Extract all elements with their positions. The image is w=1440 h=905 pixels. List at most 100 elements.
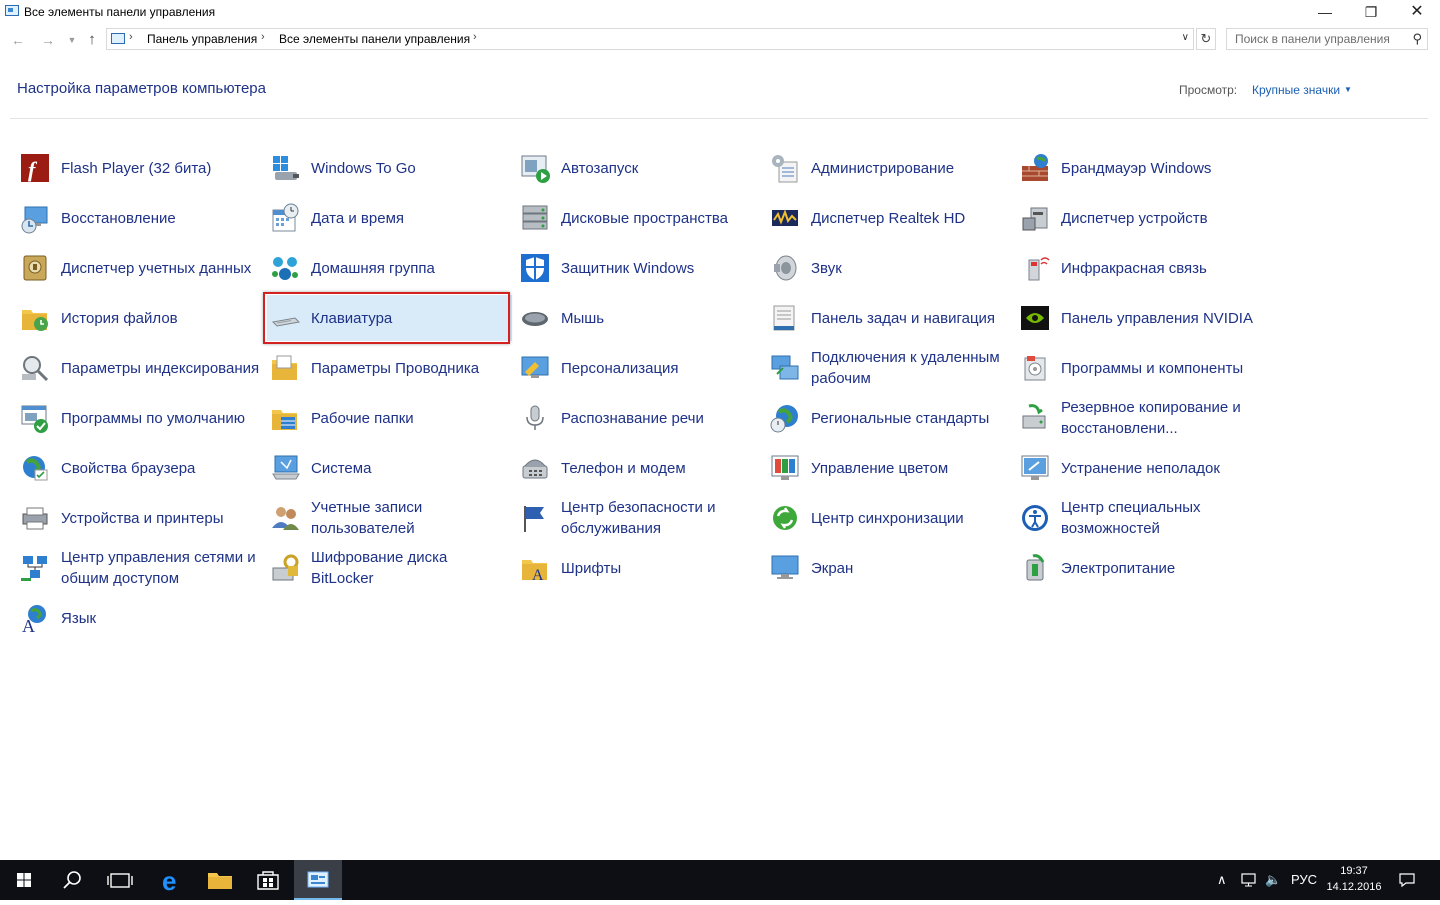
control-panel-item-label[interactable]: Центр управления сетями и общим доступом — [61, 545, 261, 591]
control-panel-item-label[interactable]: Диспетчер учетных данных — [61, 245, 261, 291]
control-panel-item[interactable]: Телефон и модем — [517, 445, 762, 491]
control-panel-item-label[interactable]: Диспетчер Realtek HD — [811, 195, 1011, 241]
control-panel-item[interactable]: Центр безопасности и обслуживания — [517, 495, 762, 541]
control-panel-item[interactable]: Устранение неполадок — [1017, 445, 1262, 491]
control-panel-item-label[interactable]: Дисковые пространства — [561, 195, 761, 241]
control-panel-item[interactable]: A Язык — [17, 595, 262, 641]
forward-arrow-icon[interactable]: → — [38, 30, 58, 50]
control-panel-item-label[interactable]: Подключения к удаленным рабочим — [811, 345, 1011, 391]
refresh-icon[interactable]: ↻ — [1196, 28, 1216, 50]
control-panel-item[interactable]: Система — [267, 445, 512, 491]
control-panel-item-label[interactable]: Программы по умолчанию — [61, 395, 261, 441]
control-panel-item[interactable]: Устройства и принтеры — [17, 495, 262, 541]
control-panel-item[interactable]: История файлов — [17, 295, 262, 341]
control-panel-item-label[interactable]: Устранение неполадок — [1061, 445, 1261, 491]
control-panel-item-label[interactable]: История файлов — [61, 295, 261, 341]
control-panel-item-label[interactable]: Телефон и модем — [561, 445, 761, 491]
control-panel-item[interactable]: Управление цветом — [767, 445, 1012, 491]
control-panel-item[interactable]: Защитник Windows — [517, 245, 762, 291]
address-dropdown-chevron-icon[interactable]: ∨ — [1182, 32, 1189, 43]
control-panel-item-label[interactable]: Распознавание речи — [561, 395, 761, 441]
control-panel-item-label[interactable]: Дата и время — [311, 195, 511, 241]
control-panel-item[interactable]: Свойства браузера — [17, 445, 262, 491]
control-panel-item[interactable]: Панель управления NVIDIA — [1017, 295, 1262, 341]
control-panel-item-label[interactable]: Flash Player (32 бита) — [61, 145, 261, 191]
control-panel-item[interactable]: Восстановление — [17, 195, 262, 241]
control-panel-item-label[interactable]: Панель задач и навигация — [811, 295, 1011, 341]
control-panel-item-label[interactable]: Центр безопасности и обслуживания — [561, 495, 761, 541]
control-panel-item-label[interactable]: Панель управления NVIDIA — [1061, 295, 1261, 341]
control-panel-item-label[interactable]: Программы и компоненты — [1061, 345, 1261, 391]
control-panel-item-label[interactable]: Параметры индексирования — [61, 345, 261, 391]
control-panel-item-label[interactable]: Рабочие папки — [311, 395, 511, 441]
control-panel-item[interactable]: Резервное копирование и восстановлени... — [1017, 395, 1262, 441]
control-panel-item-label[interactable]: Шрифты — [561, 545, 761, 591]
control-panel-item-label[interactable]: Свойства браузера — [61, 445, 261, 491]
control-panel-item-label[interactable]: Система — [311, 445, 511, 491]
store-button[interactable] — [244, 860, 292, 900]
control-panel-item-label[interactable]: Звук — [811, 245, 1011, 291]
up-arrow-icon[interactable]: ↑ — [82, 30, 102, 50]
control-panel-item[interactable]: A Шрифты — [517, 545, 762, 591]
task-view-button[interactable] — [96, 860, 144, 900]
control-panel-item[interactable]: Звук — [767, 245, 1012, 291]
control-panel-item-label[interactable]: Центр специальных возможностей — [1061, 495, 1261, 541]
breadcrumb-chevron-icon[interactable]: › — [261, 31, 265, 43]
action-center-icon[interactable] — [1398, 872, 1416, 891]
search-input[interactable] — [1227, 29, 1410, 49]
control-panel-item-label[interactable]: Мышь — [561, 295, 761, 341]
control-panel-item-label[interactable]: Резервное копирование и восстановлени... — [1061, 395, 1261, 441]
control-panel-item-label[interactable]: Параметры Проводника — [311, 345, 511, 391]
control-panel-item[interactable]: Центр управления сетями и общим доступом — [17, 545, 262, 591]
control-panel-item[interactable]: Параметры индексирования — [17, 345, 262, 391]
control-panel-item-label[interactable]: Язык — [61, 595, 261, 641]
control-panel-item[interactable]: Подключения к удаленным рабочим — [767, 345, 1012, 391]
control-panel-item[interactable]: Диспетчер Realtek HD — [767, 195, 1012, 241]
search-taskbar-button[interactable] — [48, 860, 96, 900]
back-arrow-icon[interactable]: ← — [8, 30, 28, 50]
breadcrumb-all-items[interactable]: Все элементы панели управления — [279, 32, 470, 46]
clock[interactable]: 19:37 14.12.2016 — [1322, 863, 1386, 895]
control-panel-item-label[interactable]: Брандмауэр Windows — [1061, 145, 1261, 191]
show-hidden-icons-chevron-icon[interactable]: ∧ — [1217, 872, 1227, 888]
view-mode-dropdown[interactable]: Крупные значки ▼ — [1252, 83, 1352, 97]
control-panel-item-label[interactable]: Электропитание — [1061, 545, 1261, 591]
network-icon[interactable] — [1240, 872, 1258, 891]
control-panel-item[interactable]: Windows To Go — [267, 145, 512, 191]
control-panel-item[interactable]: Центр специальных возможностей — [1017, 495, 1262, 541]
edge-button[interactable]: e — [148, 860, 196, 900]
control-panel-item[interactable]: Рабочие папки — [267, 395, 512, 441]
control-panel-item-label[interactable]: Инфракрасная связь — [1061, 245, 1261, 291]
recent-locations-chevron-icon[interactable]: ▼ — [62, 30, 82, 50]
control-panel-item-label[interactable]: Windows To Go — [311, 145, 511, 191]
control-panel-item[interactable]: Программы и компоненты — [1017, 345, 1262, 391]
control-panel-item-label[interactable]: Защитник Windows — [561, 245, 761, 291]
maximize-button[interactable]: ❐ — [1348, 0, 1394, 24]
control-panel-item-label[interactable]: Администрирование — [811, 145, 1011, 191]
control-panel-item[interactable]: Инфракрасная связь — [1017, 245, 1262, 291]
control-panel-item-label[interactable]: Управление цветом — [811, 445, 1011, 491]
volume-icon[interactable]: 🔈 — [1265, 872, 1281, 888]
control-panel-item[interactable]: Центр синхронизации — [767, 495, 1012, 541]
control-panel-item[interactable]: Региональные стандарты — [767, 395, 1012, 441]
breadcrumb-chevron-icon[interactable]: › — [129, 31, 133, 43]
control-panel-item[interactable]: Экран — [767, 545, 1012, 591]
control-panel-item-label[interactable]: Учетные записи пользователей — [311, 495, 511, 541]
breadcrumb-chevron-icon[interactable]: › — [473, 31, 477, 43]
control-panel-item-label[interactable]: Диспетчер устройств — [1061, 195, 1261, 241]
view-mode-value[interactable]: Крупные значки — [1252, 83, 1340, 97]
control-panel-item-label[interactable]: Региональные стандарты — [811, 395, 1011, 441]
control-panel-item[interactable]: Программы по умолчанию — [17, 395, 262, 441]
control-panel-item[interactable]: Панель задач и навигация — [767, 295, 1012, 341]
control-panel-item[interactable]: Параметры Проводника — [267, 345, 512, 391]
input-language-indicator[interactable]: РУС — [1291, 872, 1317, 887]
search-icon[interactable]: ⚲ — [1412, 31, 1422, 47]
dropdown-caret-icon[interactable]: ▼ — [1344, 85, 1352, 94]
start-button[interactable] — [0, 860, 48, 900]
file-explorer-button[interactable] — [196, 860, 244, 900]
control-panel-item-label[interactable]: Устройства и принтеры — [61, 495, 261, 541]
control-panel-item-label[interactable]: Автозапуск — [561, 145, 761, 191]
control-panel-item[interactable]: Диспетчер учетных данных — [17, 245, 262, 291]
control-panel-item[interactable]: Шифрование диска BitLocker — [267, 545, 512, 591]
control-panel-item[interactable]: Электропитание — [1017, 545, 1262, 591]
